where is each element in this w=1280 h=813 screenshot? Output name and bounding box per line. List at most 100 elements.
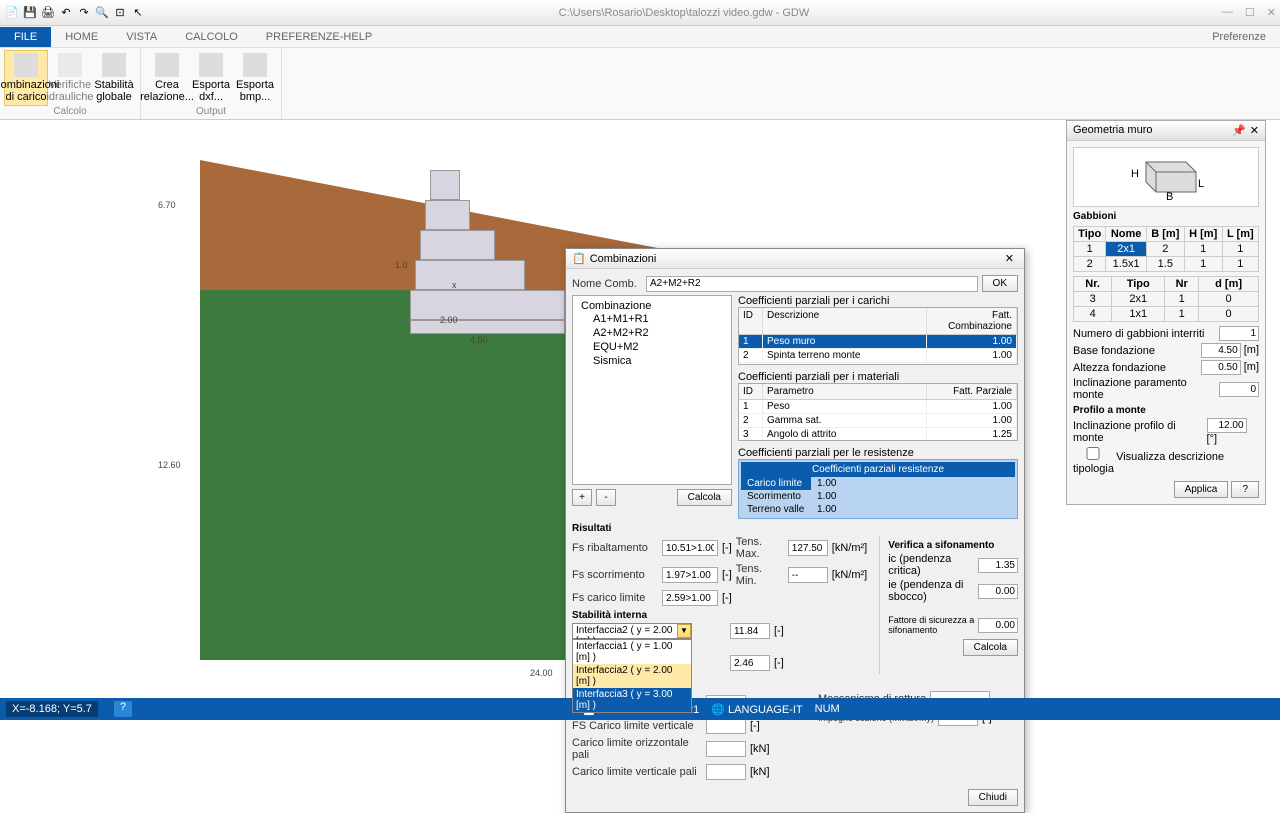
minimize-button[interactable]: —: [1222, 6, 1233, 19]
svg-text:B: B: [1166, 191, 1173, 202]
tab-vista[interactable]: VISTA: [112, 27, 171, 47]
window-title: C:\Users\Rosario\Desktop\talozzi video.g…: [146, 7, 1222, 19]
materiali-grid[interactable]: ID Parametro Fatt. Parziale 1Peso1.00 2G…: [738, 383, 1018, 441]
zoom-in-icon[interactable]: 🔍: [94, 5, 110, 21]
status-coordinates: X=-8.168; Y=5.7: [6, 701, 98, 717]
car-oriz-value: [706, 741, 746, 757]
alt-fond-input[interactable]: [1201, 360, 1241, 375]
print-icon[interactable]: 🖨: [40, 5, 56, 21]
resistenze-label: Coefficienti parziali per le resistenze: [738, 447, 1018, 459]
car-vert-value: [706, 764, 746, 780]
svg-text:L: L: [1198, 178, 1204, 190]
ribbon-stabilita[interactable]: Stabilità globale: [92, 50, 136, 106]
ok-button[interactable]: OK: [982, 275, 1018, 292]
incl-prof-input[interactable]: [1207, 418, 1247, 433]
interfaccia-dropdown[interactable]: Interfaccia2 ( y = 2.00 [m] ) ▼ Interfac…: [572, 623, 692, 639]
stab-value-1: [730, 623, 770, 639]
dropdown-option[interactable]: Interfaccia2 ( y = 2.00 [m] ): [573, 664, 691, 688]
ribbon-combinazioni[interactable]: Combinazioni di carico: [4, 50, 48, 106]
ribbon-crea-relazione[interactable]: Crea relazione...: [145, 50, 189, 106]
cursor-icon[interactable]: ↖: [130, 5, 146, 21]
ie-sbo-value: [978, 584, 1018, 599]
tab-preferenze[interactable]: PREFERENZE-HELP: [252, 27, 386, 47]
pin-icon[interactable]: 📌: [1232, 124, 1246, 137]
app-icon: 📄: [4, 5, 20, 21]
tab-home[interactable]: HOME: [51, 27, 112, 47]
dropdown-option[interactable]: Interfaccia1 ( y = 1.00 [m] ): [573, 640, 691, 664]
dim-label: 1.0: [395, 260, 408, 270]
gabion-block: [425, 200, 470, 230]
panel-close-icon[interactable]: ✕: [1250, 124, 1259, 137]
gabion-block: [420, 230, 495, 260]
fs-vert-value: [706, 718, 746, 734]
resistenze-panel[interactable]: Coefficienti parziali resistenze Carico …: [738, 459, 1018, 519]
base-fond-input[interactable]: [1201, 343, 1241, 358]
help-button[interactable]: ?: [1231, 481, 1259, 498]
tree-item[interactable]: A1+M1+R1: [577, 312, 727, 326]
menubar: FILE HOME VISTA CALCOLO PREFERENZE-HELP …: [0, 26, 1280, 48]
undo-icon[interactable]: ↶: [58, 5, 74, 21]
combinazioni-tree[interactable]: Combinazione A1+M1+R1 A2+M2+R2 EQU+M2 Si…: [572, 295, 732, 485]
visualizza-checkbox[interactable]: [1073, 447, 1113, 460]
applica-button[interactable]: Applica: [1174, 481, 1229, 498]
geometria-panel: Geometria muro 📌 ✕ H L B Gabbioni TipoNome…: [1066, 120, 1266, 505]
fs-car-value: [662, 590, 718, 606]
carichi-grid[interactable]: ID Descrizione Fatt. Combinazione 1Peso …: [738, 307, 1018, 365]
add-button[interactable]: +: [572, 489, 592, 506]
ribbon-verifiche[interactable]: Verifiche idrauliche: [48, 50, 92, 106]
save-icon[interactable]: 💾: [22, 5, 38, 21]
tab-calcolo[interactable]: CALCOLO: [171, 27, 252, 47]
ribbon-esporta-bmp[interactable]: Esporta bmp...: [233, 50, 277, 106]
stabilita-interna-label: Stabilità interna: [572, 610, 867, 621]
tab-file[interactable]: FILE: [0, 27, 51, 47]
zoom-fit-icon[interactable]: ⊡: [112, 5, 128, 21]
dim-label: 2.00: [440, 315, 458, 325]
tree-item[interactable]: Sismica: [577, 354, 727, 368]
tree-item[interactable]: EQU+M2: [577, 340, 727, 354]
num-gabbioni-input[interactable]: [1219, 326, 1259, 341]
ribbon-esporta-dxf[interactable]: Esporta dxf...: [189, 50, 233, 106]
verifica-sifonamento-label: Verifica a sifonamento: [888, 540, 1018, 551]
foundation: [410, 320, 565, 334]
status-help-icon[interactable]: ?: [114, 701, 132, 717]
gabbioni-grid-2[interactable]: Nr.TipoNrd [m] 32x110 41x110: [1073, 276, 1259, 322]
status-numlock: NUM: [815, 703, 840, 716]
nome-comb-input[interactable]: [646, 276, 978, 292]
chevron-down-icon[interactable]: ▼: [677, 624, 691, 638]
titlebar: 📄 💾 🖨 ↶ ↷ 🔍 ⊡ ↖ C:\Users\Rosario\Desktop…: [0, 0, 1280, 26]
close-button[interactable]: ✕: [1267, 6, 1276, 19]
stab-value-2: [730, 655, 770, 671]
gabbioni-grid-1[interactable]: TipoNomeB [m]H [m]L [m] 12x1211 21.5x11.…: [1073, 226, 1259, 272]
tree-root[interactable]: Combinazione: [577, 300, 727, 312]
fs-sco-value: [662, 567, 718, 583]
combinazioni-dialog: 📋 Combinazioni ✕ Nome Comb. OK Combinazi…: [565, 248, 1025, 813]
calcola-button[interactable]: Calcola: [677, 489, 732, 506]
dim-label: 12.60: [158, 460, 181, 470]
ribbon-group-calcolo: Calcolo: [4, 106, 136, 117]
gabion-block: [410, 290, 565, 320]
wall-preview: H L B: [1073, 147, 1259, 207]
side-panel-title: Geometria muro: [1073, 124, 1152, 137]
dialog-close-button[interactable]: ✕: [1001, 252, 1018, 265]
dialog-icon: 📋: [572, 252, 586, 265]
remove-button[interactable]: -: [596, 489, 616, 506]
gabion-block: [430, 170, 460, 200]
incl-par-input[interactable]: [1219, 382, 1259, 397]
chiudi-button[interactable]: Chiudi: [968, 789, 1018, 806]
x-axis-label: x: [452, 280, 457, 290]
fatt-sic-value: [978, 618, 1018, 633]
carichi-label: Coefficienti parziali per i carichi: [738, 295, 1018, 307]
workspace: 6.70 12.60 2.00 4.50 24.00 1.0 x 📋 Combi…: [0, 120, 1280, 698]
gabbioni-label: Gabbioni: [1073, 211, 1259, 222]
dim-label: 24.00: [530, 668, 553, 678]
status-language: 🌐 LANGUAGE-IT: [711, 703, 802, 716]
svg-text:H: H: [1131, 168, 1139, 180]
redo-icon[interactable]: ↷: [76, 5, 92, 21]
tab-preferenze-right[interactable]: Preferenze: [1198, 27, 1280, 47]
nome-comb-label: Nome Comb.: [572, 278, 642, 290]
tens-max-value: [788, 540, 828, 556]
maximize-button[interactable]: ☐: [1245, 6, 1255, 19]
dropdown-option[interactable]: Interfaccia3 ( y = 3.00 [m] ): [573, 688, 691, 712]
calcola-sifonamento-button[interactable]: Calcola: [963, 639, 1018, 656]
tree-item[interactable]: A2+M2+R2: [577, 326, 727, 340]
